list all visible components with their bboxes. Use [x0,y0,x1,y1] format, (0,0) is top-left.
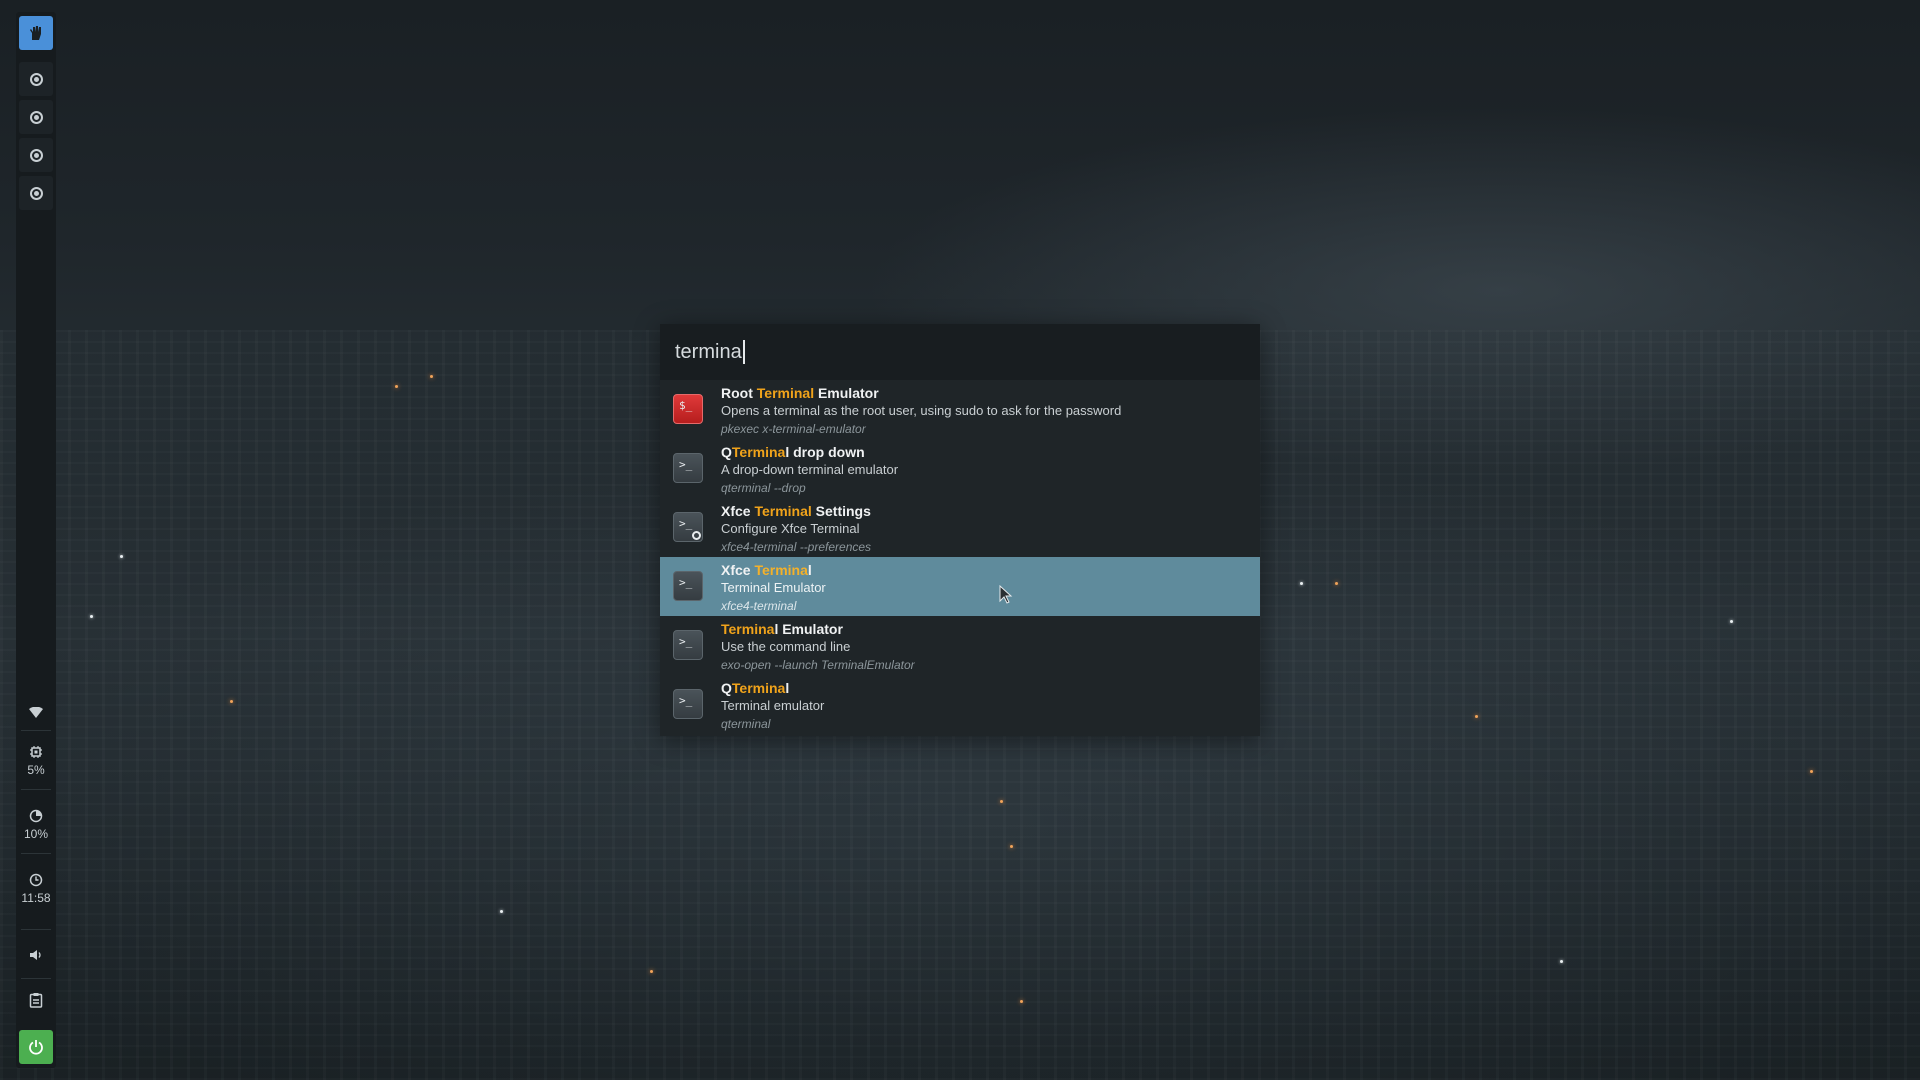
result-description: Configure Xfce Terminal [721,521,860,536]
result-name-part: l drop down [785,444,865,460]
query-match-highlight: Terminal [756,385,815,401]
result-text: Xfce Terminal Settings Configure Xfce Ter… [721,502,871,556]
panel-divider [21,929,51,930]
search-input[interactable]: termina [660,324,1260,380]
result-description: Use the command line [721,639,851,654]
result-name-part: Emulator [814,385,879,401]
cpu-value: 5% [27,763,45,777]
workspace-3-button[interactable] [19,138,53,172]
clock-icon [29,873,43,887]
workspace-2-button[interactable] [19,100,53,134]
result-command: qterminal [721,717,771,731]
result-name-part: Settings [811,503,871,519]
results-list: $_ Root Terminal Emulator Opens a terminal… [660,380,1260,734]
result-name: QTerminal drop down [721,443,898,461]
query-match-highlight: Termina [731,680,786,696]
result-name-part: l Emulator [774,621,843,637]
result-name: Xfce Terminal [721,561,826,579]
clock-value: 11:58 [21,891,51,905]
side-panel: 5% 10% 11:58 [16,12,56,1068]
query-match-highlight: Terminal [754,503,812,519]
network-button[interactable] [19,696,53,730]
query-match-highlight: Termina [721,621,775,637]
result-text: Xfce Terminal Terminal Emulator xfce4-term… [721,561,826,615]
clipboard-icon [29,993,43,1008]
result-text: QTerminal Terminal emulator qterminal [721,679,824,733]
volume-button[interactable] [19,938,53,972]
result-name-part: Xfce [721,503,755,519]
panel-divider [21,730,51,731]
search-query: termina [675,340,742,363]
result-name: Xfce Terminal Settings [721,502,871,520]
workspace-4-button[interactable] [19,176,53,210]
power-button[interactable] [19,1030,53,1064]
query-match-highlight: Termina [754,562,808,578]
launcher-icon [30,26,41,40]
clipboard-button[interactable] [19,983,53,1017]
result-command: qterminal --drop [721,481,806,495]
memory-value: 10% [23,827,49,841]
result-item[interactable]: $_ Root Terminal Emulator Opens a terminal… [660,380,1260,439]
workspace-icon [29,110,43,124]
result-command: pkexec x-terminal-emulator [721,422,866,436]
wifi-icon [29,707,43,718]
result-command: xfce4-terminal --preferences [721,540,872,554]
result-description: A drop-down terminal emulator [721,462,899,477]
volume-icon [30,950,41,960]
result-name: Root Terminal Emulator [721,384,1121,402]
terminal-settings-icon: >_ [673,512,703,542]
gear-icon [692,531,701,540]
app-launcher-button[interactable] [19,16,53,50]
memory-usage[interactable]: 10% [16,809,56,841]
workspace-1-button[interactable] [19,62,53,96]
clock[interactable]: 11:58 [16,873,56,905]
cpu-usage[interactable]: 5% [16,745,56,777]
pie-chart-icon [29,809,43,823]
workspace-icon [29,186,43,200]
result-name-part: Q [721,444,732,460]
result-command: xfce4-terminal [721,599,797,613]
result-description: Terminal Emulator [721,580,826,595]
cpu-icon [30,746,42,758]
panel-divider [21,789,51,790]
result-item[interactable]: >_ QTerminal Terminal emulator qterminal [660,675,1260,734]
result-item[interactable]: >_ QTerminal drop down A drop-down termina… [660,439,1260,498]
panel-divider [21,853,51,854]
result-name-part: Root [721,385,757,401]
query-match-highlight: Termina [731,444,786,460]
power-icon [29,1040,43,1055]
result-name-part: l [785,680,790,696]
result-name-part: Q [721,680,732,696]
mouse-cursor-icon [999,585,1013,604]
result-command: exo-open --launch TerminalEmulator [721,658,915,672]
terminal-icon: >_ [673,571,703,601]
result-description: Terminal emulator [721,698,825,713]
result-text: Root Terminal Emulator Opens a terminal a… [721,384,1121,438]
result-item[interactable]: >_ Xfce Terminal Settings Configure Xfce T… [660,498,1260,557]
text-caret [742,340,745,364]
result-text: QTerminal drop down A drop-down terminal … [721,443,898,497]
result-name: Terminal Emulator [721,620,915,638]
root-terminal-icon: $_ [673,394,703,424]
terminal-icon: >_ [673,630,703,660]
panel-divider [21,978,51,979]
result-name-part: l [807,562,812,578]
result-item[interactable]: >_ Xfce Terminal Terminal Emulator xfce4-te… [660,557,1260,616]
workspace-icon [29,72,43,86]
workspace-icon [29,148,43,162]
terminal-icon: >_ [673,453,703,483]
app-launcher: termina $_ Root Terminal Emulator Opens a … [660,324,1260,736]
result-name: QTerminal [721,679,824,697]
terminal-icon: >_ [673,689,703,719]
result-text: Terminal Emulator Use the command line exo… [721,620,915,674]
result-name-part: Xfce [721,562,755,578]
result-description: Opens a terminal as the root user, using… [721,403,1122,418]
result-item[interactable]: >_ Terminal Emulator Use the command line e… [660,616,1260,675]
